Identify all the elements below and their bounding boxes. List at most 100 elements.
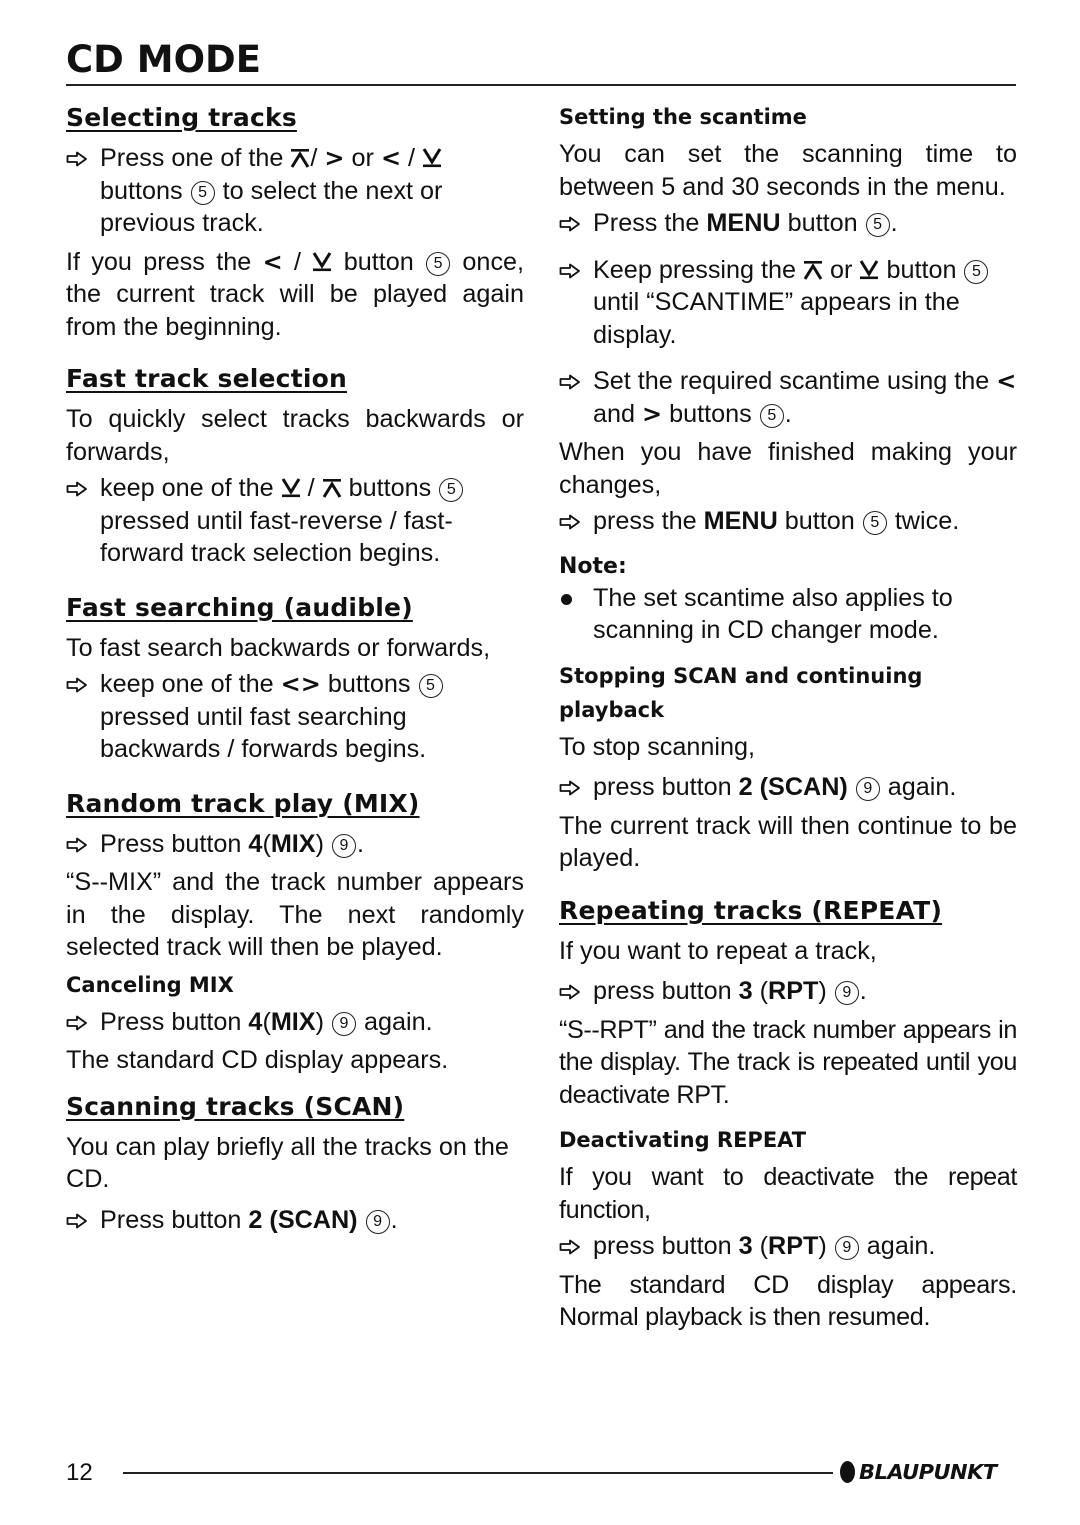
button-number: 4 <box>248 1007 263 1036</box>
step-text: press button <box>593 977 732 1005</box>
callout-number: 5 <box>964 259 989 284</box>
note-bullet: The set scantime also applies to scannin… <box>559 582 1017 647</box>
callout-number: 5 <box>439 478 464 502</box>
step-press-menu: Press the MENU button 5. <box>559 207 1017 240</box>
step-text: and <box>593 399 636 428</box>
paren: ) <box>315 1007 324 1036</box>
right-chevron-icon: > <box>300 670 321 698</box>
step-press-menu-twice: press the MENU button 5 twice. <box>559 505 1017 538</box>
arrow-right-icon <box>66 837 88 853</box>
separator: / <box>294 247 302 276</box>
step-text: again. <box>364 1007 433 1036</box>
track-down-icon <box>281 475 301 497</box>
button-label: MIX <box>270 829 316 858</box>
step-text: Keep pressing the <box>593 255 797 284</box>
page-title: CD MODE <box>66 38 262 81</box>
track-down-icon <box>312 249 332 271</box>
left-chevron-icon: < <box>280 670 301 698</box>
step-text: Press button <box>100 1007 242 1036</box>
track-up-icon <box>803 257 823 279</box>
para-text: button <box>343 247 414 276</box>
callout-number: 5 <box>865 213 890 237</box>
brand-logo: BLAUPUNKT <box>840 1460 997 1484</box>
step-text: buttons <box>100 176 183 205</box>
heading-selecting-tracks: Selecting tracks <box>66 103 297 132</box>
right-column: Setting the scantime You can set the sca… <box>559 100 1017 1338</box>
paragraph: The standard CD display appears. Normal … <box>559 1270 1017 1332</box>
paren: ) <box>818 977 827 1005</box>
callout-number: 9 <box>834 981 859 1005</box>
button-label: MIX <box>270 1007 316 1036</box>
heading-scanning-tracks: Scanning tracks (SCAN) <box>66 1091 405 1121</box>
bullet-text: The set scantime also applies to scannin… <box>593 583 953 645</box>
right-chevron-icon: > <box>324 144 345 172</box>
paren: ( <box>759 977 769 1005</box>
paren: ) <box>818 1232 827 1260</box>
arrow-right-icon <box>559 780 581 796</box>
button-label: RPT <box>768 1232 819 1260</box>
button-number: 3 <box>738 977 753 1005</box>
callout-number: 5 <box>418 674 443 698</box>
paragraph: If you want to deactivate the repeat fun… <box>559 1163 1017 1224</box>
arrow-right-icon <box>559 1239 581 1255</box>
step-text: or <box>351 144 374 172</box>
step-deactivate-repeat: press button 3 (RPT) 9 again. <box>559 1230 1017 1263</box>
arrow-right-icon <box>66 677 88 693</box>
callout-number: 5 <box>190 180 215 205</box>
button-label: RPT <box>768 977 819 1005</box>
step-text: until “SCANTIME” appears in the display. <box>593 288 960 349</box>
logo-dot-icon <box>840 1461 855 1483</box>
step-text: . <box>890 209 898 237</box>
button-label: 2 (SCAN) <box>738 773 848 801</box>
heading-random-track-play: Random track play (MIX) <box>66 788 420 818</box>
paragraph: You can play briefly all the tracks on t… <box>66 1132 509 1194</box>
arrow-right-icon <box>559 374 581 390</box>
heading-fast-searching: Fast searching (audible) <box>66 592 413 622</box>
heading-fast-track-selection: Fast track selection <box>66 364 347 393</box>
heading-setting-scantime: Setting the scantime <box>559 105 807 129</box>
heading-repeating-tracks: Repeating tracks (REPEAT) <box>559 895 943 925</box>
step-text: twice. <box>894 507 960 535</box>
arrow-right-icon <box>66 151 88 167</box>
paragraph: If you press the < / button 5 once, the … <box>66 246 524 344</box>
paren: ( <box>262 829 271 858</box>
step-fast-track: keep one of the / buttons 5 pressed unti… <box>66 472 524 570</box>
step-text: Press button <box>100 1205 242 1234</box>
step-text: buttons <box>669 399 752 428</box>
separator: / <box>310 144 318 172</box>
step-text: . <box>859 977 867 1005</box>
step-text: pressed until fast-reverse / fast-forwar… <box>100 506 453 568</box>
callout-number: 5 <box>759 403 784 428</box>
paragraph: The standard CD display appears. <box>66 1046 449 1074</box>
step-text: keep one of the <box>100 670 274 698</box>
paragraph: To quickly select tracks backwards or fo… <box>66 405 524 466</box>
step-text: . <box>784 399 792 428</box>
page-number: 12 <box>66 1459 93 1486</box>
step-text: . <box>357 829 364 858</box>
paragraph: “S--RPT” and the track number appears in… <box>559 1015 1017 1109</box>
arrow-right-icon <box>559 263 581 279</box>
left-column: Selecting tracks Press one of the / > or… <box>66 100 524 1242</box>
left-chevron-icon: < <box>262 247 283 276</box>
step-mix: Press button 4(MIX) 9. <box>66 828 524 861</box>
button-label: MENU <box>703 507 778 535</box>
step-text: button <box>784 507 855 535</box>
callout-number: 9 <box>855 777 880 801</box>
step-text: press button <box>593 1232 732 1260</box>
brand-name: BLAUPUNKT <box>859 1460 997 1484</box>
heading-canceling-mix: Canceling MIX <box>66 972 234 997</box>
arrow-right-icon <box>559 984 581 1000</box>
step-repeat: press button 3 (RPT) 9. <box>559 975 1017 1008</box>
step-text: again. <box>887 773 957 801</box>
step-text: buttons <box>348 474 432 502</box>
paren: ) <box>315 829 324 858</box>
step-text: or <box>830 255 853 284</box>
para-text: If you press the <box>66 247 252 276</box>
arrow-right-icon <box>559 216 581 232</box>
callout-number: 9 <box>834 1236 859 1260</box>
callout-number: 5 <box>426 251 451 276</box>
arrow-right-icon <box>66 1213 88 1229</box>
step-text: buttons <box>327 670 411 698</box>
step-text: again. <box>866 1232 936 1260</box>
step-keep-pressing: Keep pressing the or button 5 until “SCA… <box>559 254 1017 352</box>
